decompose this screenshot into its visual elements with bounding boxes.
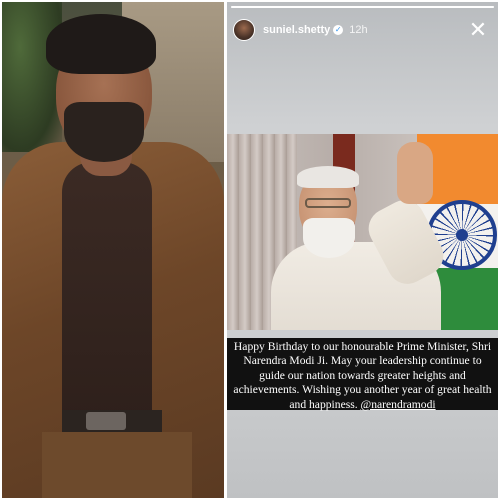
beard: [64, 102, 144, 162]
close-icon[interactable]: ✕: [466, 18, 490, 42]
dark-shirt: [62, 162, 152, 422]
story-username[interactable]: suniel.shetty: [263, 24, 330, 36]
story-progress-fill: [231, 6, 494, 8]
glasses: [305, 198, 351, 208]
mention-link[interactable]: @narendramodi: [361, 398, 436, 411]
story-header: suniel.shetty ✓ 12h ✕: [233, 16, 492, 44]
chakra-hub: [456, 229, 468, 241]
story-timestamp: 12h: [349, 24, 368, 36]
verified-check-icon: ✓: [333, 25, 344, 35]
waving-hand: [397, 142, 433, 204]
pants: [42, 432, 192, 498]
white-beard: [303, 218, 355, 258]
story-progress-bar: [231, 6, 494, 8]
suniel-shetty-photo: [2, 2, 224, 498]
instagram-story[interactable]: suniel.shetty ✓ 12h ✕ Happy Birthday to …: [227, 2, 498, 498]
hair: [46, 14, 156, 74]
story-photo: [227, 134, 498, 330]
avatar[interactable]: [233, 19, 255, 41]
story-caption: Happy Birthday to our honourable Prime M…: [227, 338, 498, 411]
background-plant: [2, 2, 62, 152]
white-hair: [297, 166, 359, 188]
belt-buckle: [86, 412, 126, 430]
